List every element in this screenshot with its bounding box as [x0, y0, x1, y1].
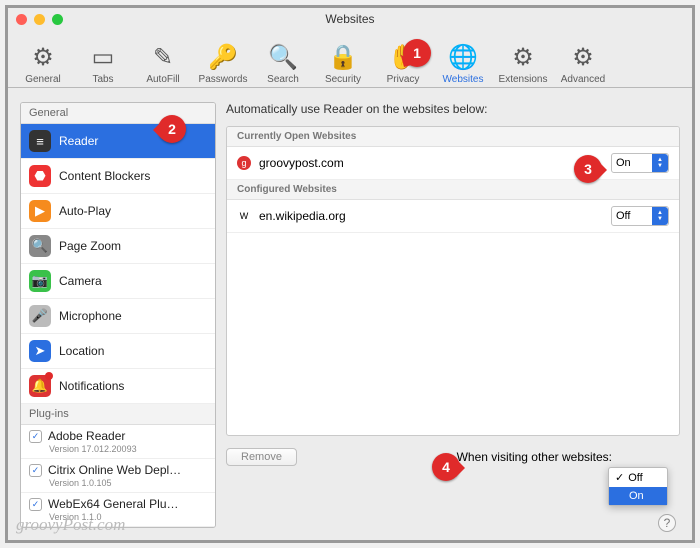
tab-advanced[interactable]: ⚙Advanced	[554, 31, 612, 87]
select-arrows-icon: ▲▼	[652, 207, 668, 225]
gear-icon: ⚙	[512, 42, 534, 74]
pencil-icon: ✎	[153, 42, 173, 74]
tab-general[interactable]: ⚙General	[14, 31, 72, 87]
plugin-checkbox[interactable]: ✓	[29, 430, 42, 443]
lock-icon: 🔒	[328, 42, 358, 74]
tab-passwords[interactable]: 🔑Passwords	[194, 31, 252, 87]
reader-select-wikipedia[interactable]: Off▲▼	[611, 206, 669, 226]
notification-badge-icon	[45, 372, 53, 380]
favicon-icon: g	[237, 156, 251, 170]
sidebar-item-content-blockers[interactable]: ⬣Content Blockers	[21, 159, 215, 194]
favicon-icon: W	[237, 209, 251, 223]
play-icon: ▶	[29, 200, 51, 222]
open-websites-header: Currently Open Websites	[227, 127, 679, 147]
sidebar-section-plugins: Plug-ins	[21, 404, 215, 425]
other-websites-select[interactable]: ✓Off On	[608, 467, 668, 506]
plugin-checkbox[interactable]: ✓	[29, 464, 42, 477]
sidebar-item-page-zoom[interactable]: 🔍Page Zoom	[21, 229, 215, 264]
plugin-citrix[interactable]: ✓Citrix Online Web Depl… Version 1.0.105	[21, 459, 215, 493]
select-arrows-icon: ▲▼	[652, 154, 668, 172]
other-websites-label: When visiting other websites:	[457, 450, 612, 464]
content-heading: Automatically use Reader on the websites…	[226, 102, 680, 116]
search-icon: 🔍	[268, 42, 298, 74]
camera-icon: 📷	[29, 270, 51, 292]
window-title: Websites	[8, 12, 692, 26]
website-row-wikipedia[interactable]: Wen.wikipedia.org Off▲▼	[227, 200, 679, 233]
titlebar: Websites	[8, 8, 692, 30]
tab-extensions[interactable]: ⚙Extensions	[494, 31, 552, 87]
preferences-toolbar: ⚙General ▭Tabs ✎AutoFill 🔑Passwords 🔍Sea…	[8, 30, 692, 88]
option-on[interactable]: On	[609, 487, 667, 505]
sidebar-item-auto-play[interactable]: ▶Auto-Play	[21, 194, 215, 229]
annotation-callout-3: 3	[574, 155, 602, 183]
advanced-icon: ⚙	[572, 42, 594, 74]
globe-icon: 🌐	[448, 42, 478, 74]
zoom-icon: 🔍	[29, 235, 51, 257]
key-icon: 🔑	[208, 42, 238, 74]
reader-select-groovypost[interactable]: On▲▼	[611, 153, 669, 173]
sidebar-item-microphone[interactable]: 🎤Microphone	[21, 299, 215, 334]
tab-search[interactable]: 🔍Search	[254, 31, 312, 87]
sidebar-item-notifications[interactable]: 🔔Notifications	[21, 369, 215, 404]
microphone-icon: 🎤	[29, 305, 51, 327]
remove-button[interactable]: Remove	[226, 448, 297, 466]
plugin-checkbox[interactable]: ✓	[29, 498, 42, 511]
watermark: groovyPost.com	[16, 515, 125, 535]
location-icon: ➤	[29, 340, 51, 362]
annotation-callout-1: 1	[403, 39, 431, 67]
settings-sidebar: General ≡Reader ⬣Content Blockers ▶Auto-…	[20, 102, 216, 528]
slider-icon: ⚙	[32, 42, 54, 74]
option-off[interactable]: ✓Off	[609, 468, 667, 487]
sidebar-item-camera[interactable]: 📷Camera	[21, 264, 215, 299]
sidebar-item-location[interactable]: ➤Location	[21, 334, 215, 369]
reader-icon: ≡	[29, 130, 51, 152]
annotation-callout-2: 2	[158, 115, 186, 143]
sidebar-section-general: General	[21, 103, 215, 124]
annotation-callout-4: 4	[432, 453, 460, 481]
help-button[interactable]: ?	[658, 514, 676, 532]
configured-websites-header: Configured Websites	[227, 180, 679, 200]
tab-websites[interactable]: 🌐Websites	[434, 31, 492, 87]
tab-tabs[interactable]: ▭Tabs	[74, 31, 132, 87]
plugin-adobe-reader[interactable]: ✓Adobe Reader Version 17.012.20093	[21, 425, 215, 459]
check-icon: ✓	[615, 471, 624, 484]
tab-security[interactable]: 🔒Security	[314, 31, 372, 87]
tab-autofill[interactable]: ✎AutoFill	[134, 31, 192, 87]
stop-icon: ⬣	[29, 165, 51, 187]
tabs-icon: ▭	[92, 42, 115, 74]
